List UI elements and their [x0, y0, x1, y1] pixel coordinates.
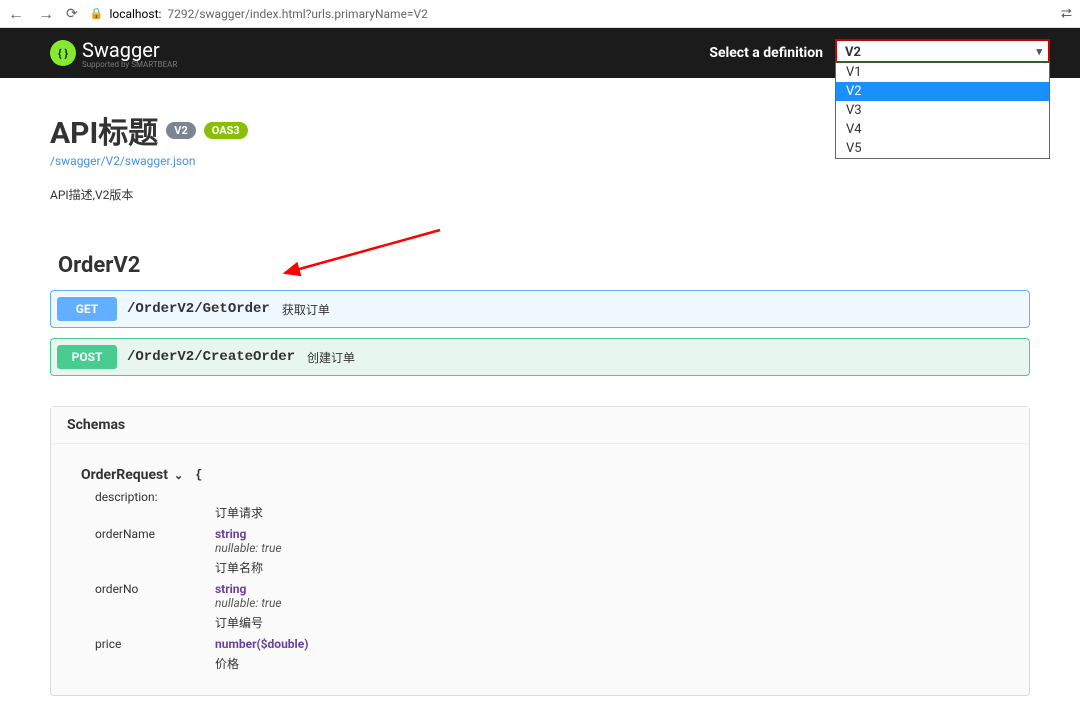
tag-name[interactable]: OrderV2: [50, 253, 1030, 278]
version-badge: V2: [166, 122, 196, 139]
schema-prop-name: price: [95, 637, 215, 672]
schema-desc-value: 订单请求: [215, 490, 263, 521]
schemas-header[interactable]: Schemas: [51, 407, 1029, 444]
operation-path: /OrderV2/CreateOrder: [127, 349, 295, 365]
browser-toolbar: ← → ⟳ 🔒 localhost: 7292/swagger/index.htm…: [0, 0, 1080, 28]
definition-dropdown: V1 V2 V3 V4 V5: [835, 61, 1050, 159]
swagger-logo-text: Swagger: [82, 38, 177, 62]
api-description: API描述,V2版本: [50, 186, 1030, 203]
url-host: localhost:: [109, 7, 161, 21]
dropdown-option-v5[interactable]: V5: [836, 139, 1049, 158]
schema-model-name[interactable]: OrderRequest ⌄ {: [81, 467, 202, 483]
dropdown-option-v4[interactable]: V4: [836, 120, 1049, 139]
swagger-logo: { } Swagger Supported by SMARTBEAR: [50, 38, 177, 69]
translate-icon[interactable]: ⮂: [1061, 6, 1072, 22]
dropdown-option-v1[interactable]: V1: [836, 63, 1049, 82]
schema-prop-type: number($double) 价格: [215, 637, 308, 672]
swagger-logo-subtext: Supported by SMARTBEAR: [82, 60, 177, 69]
method-badge-get: GET: [57, 297, 117, 321]
schema-prop-type: string nullable: true 订单编号: [215, 582, 282, 631]
operation-summary: 创建订单: [307, 349, 355, 366]
definition-label: Select a definition: [709, 45, 823, 61]
method-badge-post: POST: [57, 345, 117, 369]
api-title: API标题: [50, 108, 158, 152]
chevron-down-icon: ⌄: [174, 469, 183, 482]
forward-button[interactable]: →: [38, 4, 54, 24]
brace-open: {: [195, 468, 202, 482]
schema-prop-name: orderNo: [95, 582, 215, 631]
operation-get-order[interactable]: GET /OrderV2/GetOrder 获取订单: [50, 290, 1030, 328]
lock-icon: 🔒: [90, 7, 104, 20]
operation-path: /OrderV2/GetOrder: [127, 301, 270, 317]
schemas-section: Schemas OrderRequest ⌄ { description: 订单…: [50, 406, 1030, 696]
dropdown-option-v2[interactable]: V2: [836, 82, 1049, 101]
dropdown-option-v3[interactable]: V3: [836, 101, 1049, 120]
reload-button[interactable]: ⟳: [66, 6, 78, 22]
operation-summary: 获取订单: [282, 301, 330, 318]
schema-desc-label: description:: [95, 490, 215, 521]
operation-create-order[interactable]: POST /OrderV2/CreateOrder 创建订单: [50, 338, 1030, 376]
address-bar[interactable]: 🔒 localhost: 7292/swagger/index.html?urls…: [90, 7, 428, 21]
schema-prop-type: string nullable: true 订单名称: [215, 527, 282, 576]
schema-prop-name: orderName: [95, 527, 215, 576]
back-button[interactable]: ←: [8, 4, 24, 24]
oas-badge: OAS3: [204, 122, 248, 139]
swagger-logo-icon: { }: [50, 40, 76, 66]
url-path: 7292/swagger/index.html?urls.primaryName…: [167, 7, 428, 21]
